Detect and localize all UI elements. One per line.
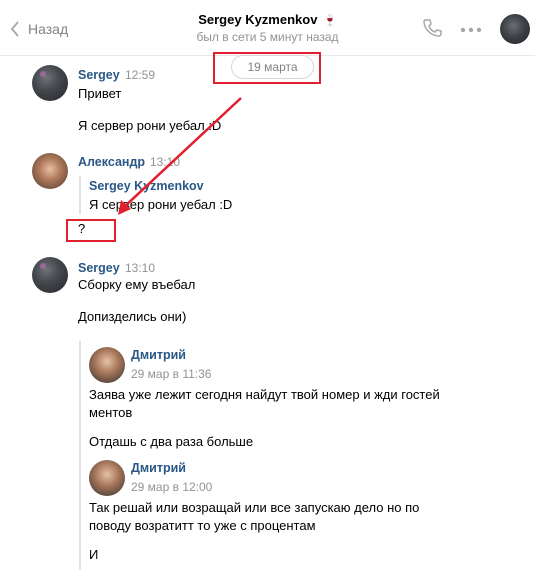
message-author[interactable]: Sergey [78,68,120,82]
message-time[interactable]: 13:10 [125,261,155,275]
message-author[interactable]: Александр [78,155,145,169]
message-text: Сборку ему въебал [78,277,196,292]
forwarded-text: И [89,547,99,562]
wine-icon: 🍷 [323,15,337,27]
avatar[interactable] [89,347,125,383]
chat-avatar[interactable] [500,14,530,44]
reply-quote-bar [79,176,81,214]
annotation-box-question [66,219,116,242]
more-icon[interactable] [460,27,482,33]
forwarded-quote-bar [79,341,81,570]
reply-author[interactable]: Sergey Kyzmenkov [89,179,204,193]
forwarded-text: Заява уже лежит сегодня найдут твой номе… [89,387,440,402]
forwarded-date[interactable]: 29 мар в 12:00 [131,480,212,494]
forwarded-date[interactable]: 29 мар в 11:36 [131,367,211,381]
avatar[interactable] [32,257,68,293]
chat-header: Назад Sergey Kyzmenkov 🍷 был в сети 5 ми… [0,0,535,56]
message-text: Я сервер рони уебал :D [78,118,222,133]
forwarded-text: Отдашь с два раза больше [89,434,254,449]
avatar[interactable] [89,460,125,496]
message-time[interactable]: 12:59 [125,68,155,82]
message-author[interactable]: Sergey [78,261,120,275]
forwarded-text: Так решай или возращай или все запускаю … [89,500,420,515]
reply-text: Я сервер рони уебал :D [89,197,233,212]
phone-icon[interactable] [422,18,442,38]
forwarded-text: ментов [89,405,133,420]
avatar[interactable] [32,153,68,189]
message-text: Допизделись они) [78,309,187,324]
forwarded-text: поводу возратитт то уже с процентам [89,518,316,533]
forwarded-author[interactable]: Дмитрий [131,348,186,362]
avatar[interactable] [32,65,68,101]
message-text: Привет [78,86,122,101]
chat-title[interactable]: Sergey Kyzmenkov [198,12,317,27]
chat-title-block[interactable]: Sergey Kyzmenkov 🍷 был в сети 5 минут на… [0,12,535,44]
message-time[interactable]: 13:10 [150,155,180,169]
forwarded-author[interactable]: Дмитрий [131,461,186,475]
online-status: был в сети 5 минут назад [196,30,339,44]
annotation-box-date [213,52,321,84]
